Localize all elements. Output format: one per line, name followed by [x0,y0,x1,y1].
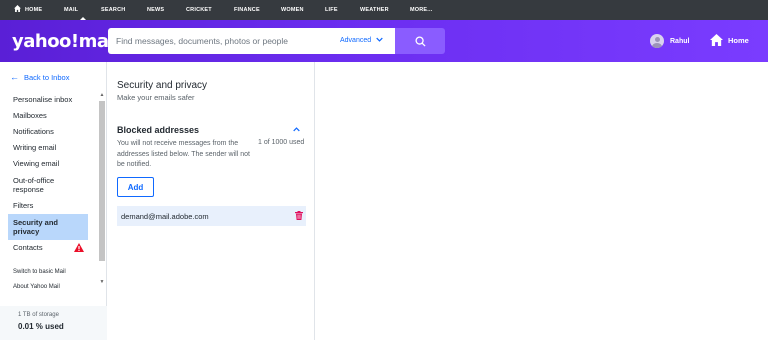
sidebar-item-writing-email[interactable]: Writing email [8,140,98,156]
nav-life-label: LIFE [325,7,338,13]
sidebar-item-contacts-label: Contacts [13,243,43,252]
sidebar-scrollbar[interactable]: ▲ ▼ [98,92,106,287]
menu-spacer [8,256,98,266]
user-profile[interactable]: Rahul [650,34,689,48]
blocked-addresses-heading: Blocked addresses [117,125,200,135]
back-to-inbox-label: Back to Inbox [24,72,70,82]
warning-icon [74,243,84,252]
blocked-address-email: demand@mail.adobe.com [121,211,209,221]
scroll-up-arrow-icon[interactable]: ▲ [98,92,106,100]
scroll-down-arrow-icon[interactable]: ▼ [98,279,106,287]
home-icon [710,34,723,46]
chevron-down-icon [376,28,383,54]
yahoo-mail-logo[interactable]: yahoo!mail [12,31,120,52]
home-icon [14,5,21,13]
search-button[interactable] [395,28,445,54]
arrow-left-icon: ← [10,72,19,82]
nav-mail[interactable]: MAIL [64,0,101,20]
advanced-search-button[interactable]: Advanced [340,28,383,54]
nav-cricket[interactable]: CRICKET [186,0,234,20]
about-yahoo-mail-link[interactable]: About Yahoo Mail [8,281,98,293]
nav-news-label: NEWS [147,7,165,13]
nav-women[interactable]: WOMEN [281,0,325,20]
storage-total: 1 TB of storage [18,312,59,318]
back-to-inbox-link[interactable]: ← Back to Inbox [10,72,69,82]
nav-cricket-label: CRICKET [186,7,212,13]
sidebar-item-mailboxes[interactable]: Mailboxes [8,108,98,124]
nav-life[interactable]: LIFE [325,0,360,20]
search-box: Advanced [108,28,395,54]
sidebar-item-security-label: Security and privacy [13,218,59,236]
nav-more[interactable]: MORE... [410,0,450,20]
switch-to-basic-mail-link[interactable]: Switch to basic Mail [8,266,98,278]
home-label: Home [728,35,749,45]
trash-icon[interactable] [295,211,303,220]
mail-header: yahoo!mail Advanced Rahul Home [0,20,768,62]
search-input[interactable] [116,28,326,54]
storage-info: 1 TB of storage 0.01 % used [0,306,107,340]
nav-home-label: HOME [25,7,43,13]
detail-pane [316,62,768,340]
user-name: Rahul [670,37,690,45]
nav-weather[interactable]: WEATHER [360,0,410,20]
storage-used: 0.01 % used [18,322,64,331]
sidebar-item-contacts[interactable]: Contacts [8,240,98,256]
nav-search-label: SEARCH [101,7,126,13]
settings-sidebar: ← Back to Inbox Personalise inbox Mailbo… [0,62,107,340]
nav-more-label: MORE... [410,7,433,13]
nav-news[interactable]: NEWS [147,0,186,20]
settings-menu: Personalise inbox Mailboxes Notification… [8,92,98,293]
blocked-addresses-description: You will not receive messages from the a… [117,140,250,168]
scroll-thumb[interactable] [99,101,105,261]
nav-finance[interactable]: FINANCE [234,0,281,20]
sidebar-item-viewing-email[interactable]: Viewing email [8,156,98,172]
nav-weather-label: WEATHER [360,7,389,13]
sidebar-item-filters[interactable]: Filters [8,198,98,214]
nav-finance-label: FINANCE [234,7,260,13]
nav-mail-label: MAIL [64,7,79,13]
blocked-count: 1 of 1000 used [258,139,305,146]
add-blocked-address-button[interactable]: Add [117,177,154,197]
nav-women-label: WOMEN [281,7,304,13]
page-subtitle: Make your emails safer [117,93,195,102]
top-nav: HOME MAIL SEARCH NEWS CRICKET FINANCE WO… [0,0,768,20]
sidebar-item-out-of-office[interactable]: Out-of-office response [8,172,78,198]
nav-search[interactable]: SEARCH [101,0,147,20]
blocked-address-row: demand@mail.adobe.com [117,206,306,226]
nav-home[interactable]: HOME [14,0,64,20]
advanced-label: Advanced [340,37,372,44]
sidebar-item-notifications[interactable]: Notifications [8,124,98,140]
chevron-up-icon[interactable] [293,125,300,134]
security-settings-panel: Security and privacy Make your emails sa… [107,62,315,340]
sidebar-item-security-and-privacy[interactable]: Security and privacy [8,214,88,240]
avatar [650,34,664,48]
sidebar-item-personalise-inbox[interactable]: Personalise inbox [8,92,98,108]
search-icon [414,35,426,47]
home-link[interactable]: Home [710,34,749,46]
page-title: Security and privacy [117,80,208,91]
